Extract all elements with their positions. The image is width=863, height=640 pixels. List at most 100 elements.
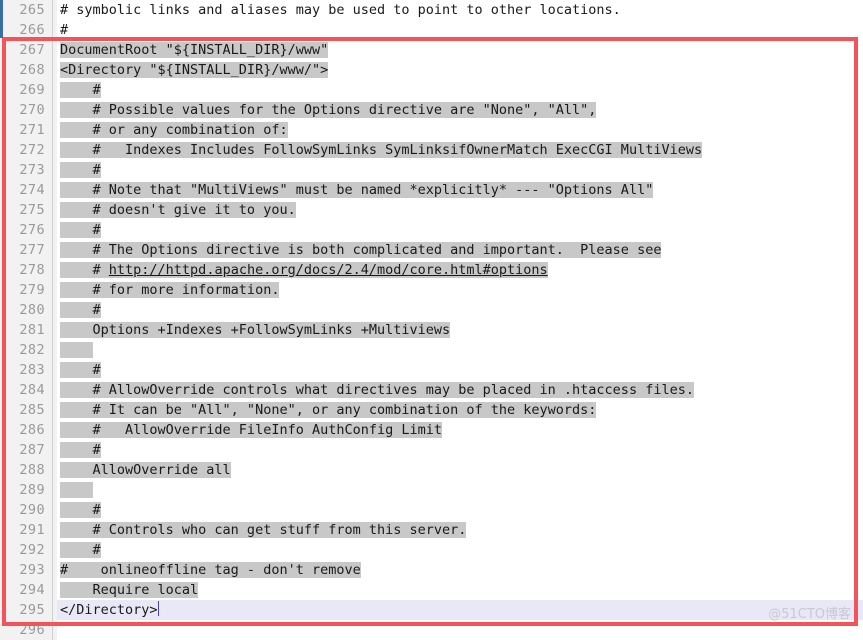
code-line-text[interactable]: # Controls who can get stuff from this s…	[57, 520, 863, 540]
code-line-text[interactable]	[57, 340, 863, 360]
code-line[interactable]: 295 </Directory>	[0, 600, 863, 620]
code-line[interactable]: 291 # Controls who can get stuff from th…	[0, 520, 863, 540]
code-line[interactable]: 279 # for more information.	[0, 280, 863, 300]
code-line-text[interactable]: # Indexes Includes FollowSymLinks SymLin…	[57, 140, 863, 160]
selected-text: #	[60, 442, 101, 458]
code-line-text[interactable]: #	[57, 160, 863, 180]
code-line[interactable]: 269 #	[0, 80, 863, 100]
code-line[interactable]: 275 # doesn't give it to you.	[0, 200, 863, 220]
code-line[interactable]: 288 AllowOverride all	[0, 460, 863, 480]
code-line-text[interactable]: #	[57, 540, 863, 560]
code-editor[interactable]: 265 # symbolic links and aliases may be u…	[0, 0, 863, 640]
code-line[interactable]: 280 #	[0, 300, 863, 320]
code-line[interactable]: 285 # It can be "All", "None", or any co…	[0, 400, 863, 420]
selected-text: #	[60, 362, 101, 378]
code-line-text[interactable]: # The Options directive is both complica…	[57, 240, 863, 260]
code-line-text[interactable]: AllowOverride all	[57, 460, 863, 480]
selected-text: # http://httpd.apache.org/docs/2.4/mod/c…	[60, 262, 548, 278]
code-surface[interactable]: 265 # symbolic links and aliases may be u…	[0, 0, 863, 640]
selected-text: # It can be "All", "None", or any combin…	[60, 402, 597, 418]
code-line-text[interactable]: # or any combination of:	[57, 120, 863, 140]
code-line-text[interactable]: # http://httpd.apache.org/docs/2.4/mod/c…	[57, 260, 863, 280]
line-number: 266	[0, 20, 52, 40]
line-number: 287	[0, 440, 52, 460]
selected-text: #	[60, 302, 101, 318]
code-line[interactable]: 284 # AllowOverride controls what direct…	[0, 380, 863, 400]
code-line[interactable]: 278 # http://httpd.apache.org/docs/2.4/m…	[0, 260, 863, 280]
code-line-text[interactable]: DocumentRoot "${INSTALL_DIR}/www"	[57, 40, 863, 60]
code-line[interactable]: 265 # symbolic links and aliases may be u…	[0, 0, 863, 20]
line-number: 273	[0, 160, 52, 180]
code-line-text[interactable]: </Directory>	[57, 600, 863, 620]
line-number: 278	[0, 260, 52, 280]
documentation-url-link[interactable]: http://httpd.apache.org/docs/2.4/mod/cor…	[109, 262, 548, 278]
code-line-text[interactable]: # doesn't give it to you.	[57, 200, 863, 220]
code-line-text[interactable]: #	[57, 440, 863, 460]
code-line-text[interactable]	[57, 480, 863, 500]
code-line-text[interactable]: # AllowOverride controls what directives…	[57, 380, 863, 400]
code-line-text[interactable]: #	[57, 300, 863, 320]
code-line[interactable]: 271 # or any combination of:	[0, 120, 863, 140]
code-line[interactable]: 290 #	[0, 500, 863, 520]
selected-text	[60, 342, 93, 358]
selected-text: <Directory "${INSTALL_DIR}/www/">	[60, 62, 329, 78]
code-line[interactable]: 287 #	[0, 440, 863, 460]
code-line[interactable]: 283 #	[0, 360, 863, 380]
code-line[interactable]: 270 # Possible values for the Options di…	[0, 100, 863, 120]
code-line-text[interactable]: # Note that "MultiViews" must be named *…	[57, 180, 863, 200]
code-line[interactable]: 274 # Note that "MultiViews" must be nam…	[0, 180, 863, 200]
code-line[interactable]: 294 Require local	[0, 580, 863, 600]
selected-text: # AllowOverride FileInfo AuthConfig Limi…	[60, 422, 443, 438]
selected-text: #	[60, 502, 101, 518]
code-line-text[interactable]: Require local	[57, 580, 863, 600]
code-line-text[interactable]: # onlineoffline tag - don't remove	[57, 560, 863, 580]
selected-text: # The Options directive is both complica…	[60, 242, 662, 258]
editor-left-accent-bar	[0, 0, 3, 38]
code-line[interactable]: 289	[0, 480, 863, 500]
code-line-text[interactable]: Options +Indexes +FollowSymLinks +Multiv…	[57, 320, 863, 340]
code-line[interactable]: 281 Options +Indexes +FollowSymLinks +Mu…	[0, 320, 863, 340]
selected-text: AllowOverride all	[60, 462, 231, 478]
code-line[interactable]: 277 # The Options directive is both comp…	[0, 240, 863, 260]
line-number: 290	[0, 500, 52, 520]
text-cursor	[157, 601, 159, 616]
code-line-text[interactable]: # for more information.	[57, 280, 863, 300]
code-lines-container[interactable]: 265 # symbolic links and aliases may be u…	[0, 0, 863, 640]
code-line[interactable]: 273 #	[0, 160, 863, 180]
selected-text: #	[60, 162, 101, 178]
code-line-text[interactable]: #	[57, 500, 863, 520]
code-line-text[interactable]: #	[57, 20, 863, 40]
code-line[interactable]: 267 DocumentRoot "${INSTALL_DIR}/www"	[0, 40, 863, 60]
watermark: @51CTO博客	[768, 607, 851, 622]
line-number: 265	[0, 0, 52, 20]
line-number: 292	[0, 540, 52, 560]
code-line[interactable]: 286 # AllowOverride FileInfo AuthConfig …	[0, 420, 863, 440]
code-line-text[interactable]: #	[57, 220, 863, 240]
code-line[interactable]: 292 #	[0, 540, 863, 560]
line-number: 281	[0, 320, 52, 340]
line-number: 285	[0, 400, 52, 420]
code-line-text[interactable]	[57, 620, 863, 640]
code-line-text[interactable]: #	[57, 360, 863, 380]
code-line-text[interactable]: #	[57, 80, 863, 100]
line-number: 277	[0, 240, 52, 260]
line-number: 284	[0, 380, 52, 400]
code-line[interactable]: 296	[0, 620, 863, 640]
code-line-text[interactable]: # symbolic links and aliases may be used…	[57, 0, 863, 20]
code-line[interactable]: 293 # onlineoffline tag - don't remove	[0, 560, 863, 580]
code-line[interactable]: 276 #	[0, 220, 863, 240]
code-line-text[interactable]: <Directory "${INSTALL_DIR}/www/">	[57, 60, 863, 80]
code-line-text[interactable]: # It can be "All", "None", or any combin…	[57, 400, 863, 420]
code-line[interactable]: 282	[0, 340, 863, 360]
selected-text: Options +Indexes +FollowSymLinks +Multiv…	[60, 322, 451, 338]
code-line[interactable]: 268 <Directory "${INSTALL_DIR}/www/">	[0, 60, 863, 80]
selected-text: # Indexes Includes FollowSymLinks SymLin…	[60, 142, 703, 158]
code-line[interactable]: 266 #	[0, 20, 863, 40]
selected-text: Require local	[60, 582, 199, 598]
line-number: 283	[0, 360, 52, 380]
code-line[interactable]: 272 # Indexes Includes FollowSymLinks Sy…	[0, 140, 863, 160]
line-number: 294	[0, 580, 52, 600]
line-number: 276	[0, 220, 52, 240]
code-line-text[interactable]: # AllowOverride FileInfo AuthConfig Limi…	[57, 420, 863, 440]
code-line-text[interactable]: # Possible values for the Options direct…	[57, 100, 863, 120]
